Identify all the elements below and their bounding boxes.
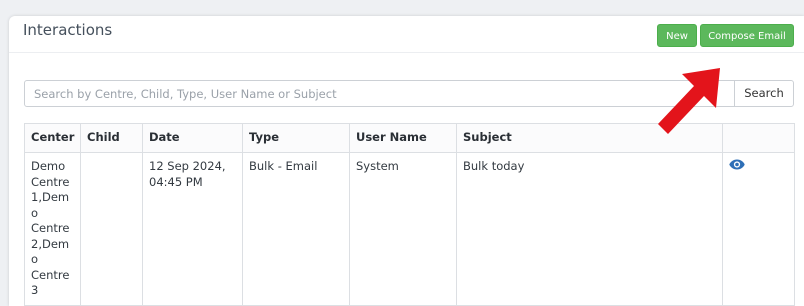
panel-header: Interactions New Compose Email — [9, 16, 804, 53]
center-line: 2,Demo — [31, 236, 70, 267]
search-input[interactable]: Search by Centre, Child, Type, User Name… — [24, 80, 735, 107]
cell-child — [80, 152, 143, 306]
page-title: Interactions — [23, 21, 113, 39]
center-line: 1,Demo — [31, 190, 70, 220]
column-header-child: Child — [80, 123, 143, 153]
center-line: Centre — [31, 221, 70, 235]
column-header-center: Center — [24, 123, 81, 153]
eye-icon[interactable] — [729, 159, 745, 173]
cell-subject: Bulk today — [456, 152, 723, 306]
column-header-date: Date — [142, 123, 243, 153]
cell-actions — [722, 152, 795, 306]
cell-date: 12 Sep 2024, 04:45 PM — [142, 152, 243, 306]
compose-email-button[interactable]: Compose Email — [700, 24, 794, 47]
center-line: 3 — [31, 283, 39, 297]
cell-user-name: System — [349, 152, 457, 306]
column-header-actions — [722, 123, 795, 153]
red-arrow-icon — [658, 68, 720, 134]
column-header-user-name: User Name — [349, 123, 457, 153]
interactions-panel: Interactions New Compose Email Search by… — [9, 16, 804, 306]
table-row: Demo Centre 1,Demo Centre 2,Demo Centre … — [24, 152, 795, 306]
interactions-table: Center Child Date Type User Name Subject… — [24, 123, 795, 306]
time-line: 04:45 PM — [149, 174, 203, 189]
cell-type: Bulk - Email — [242, 152, 350, 306]
center-line: Demo — [31, 159, 66, 173]
column-header-type: Type — [242, 123, 350, 153]
new-button[interactable]: New — [657, 24, 697, 47]
center-line: Centre — [31, 267, 70, 282]
search-button[interactable]: Search — [734, 80, 794, 107]
search-placeholder: Search by Centre, Child, Type, User Name… — [34, 87, 337, 101]
date-line: 12 Sep 2024, — [149, 159, 226, 173]
cell-center: Demo Centre 1,Demo Centre 2,Demo Centre … — [24, 152, 81, 306]
center-line: Centre — [31, 174, 70, 189]
